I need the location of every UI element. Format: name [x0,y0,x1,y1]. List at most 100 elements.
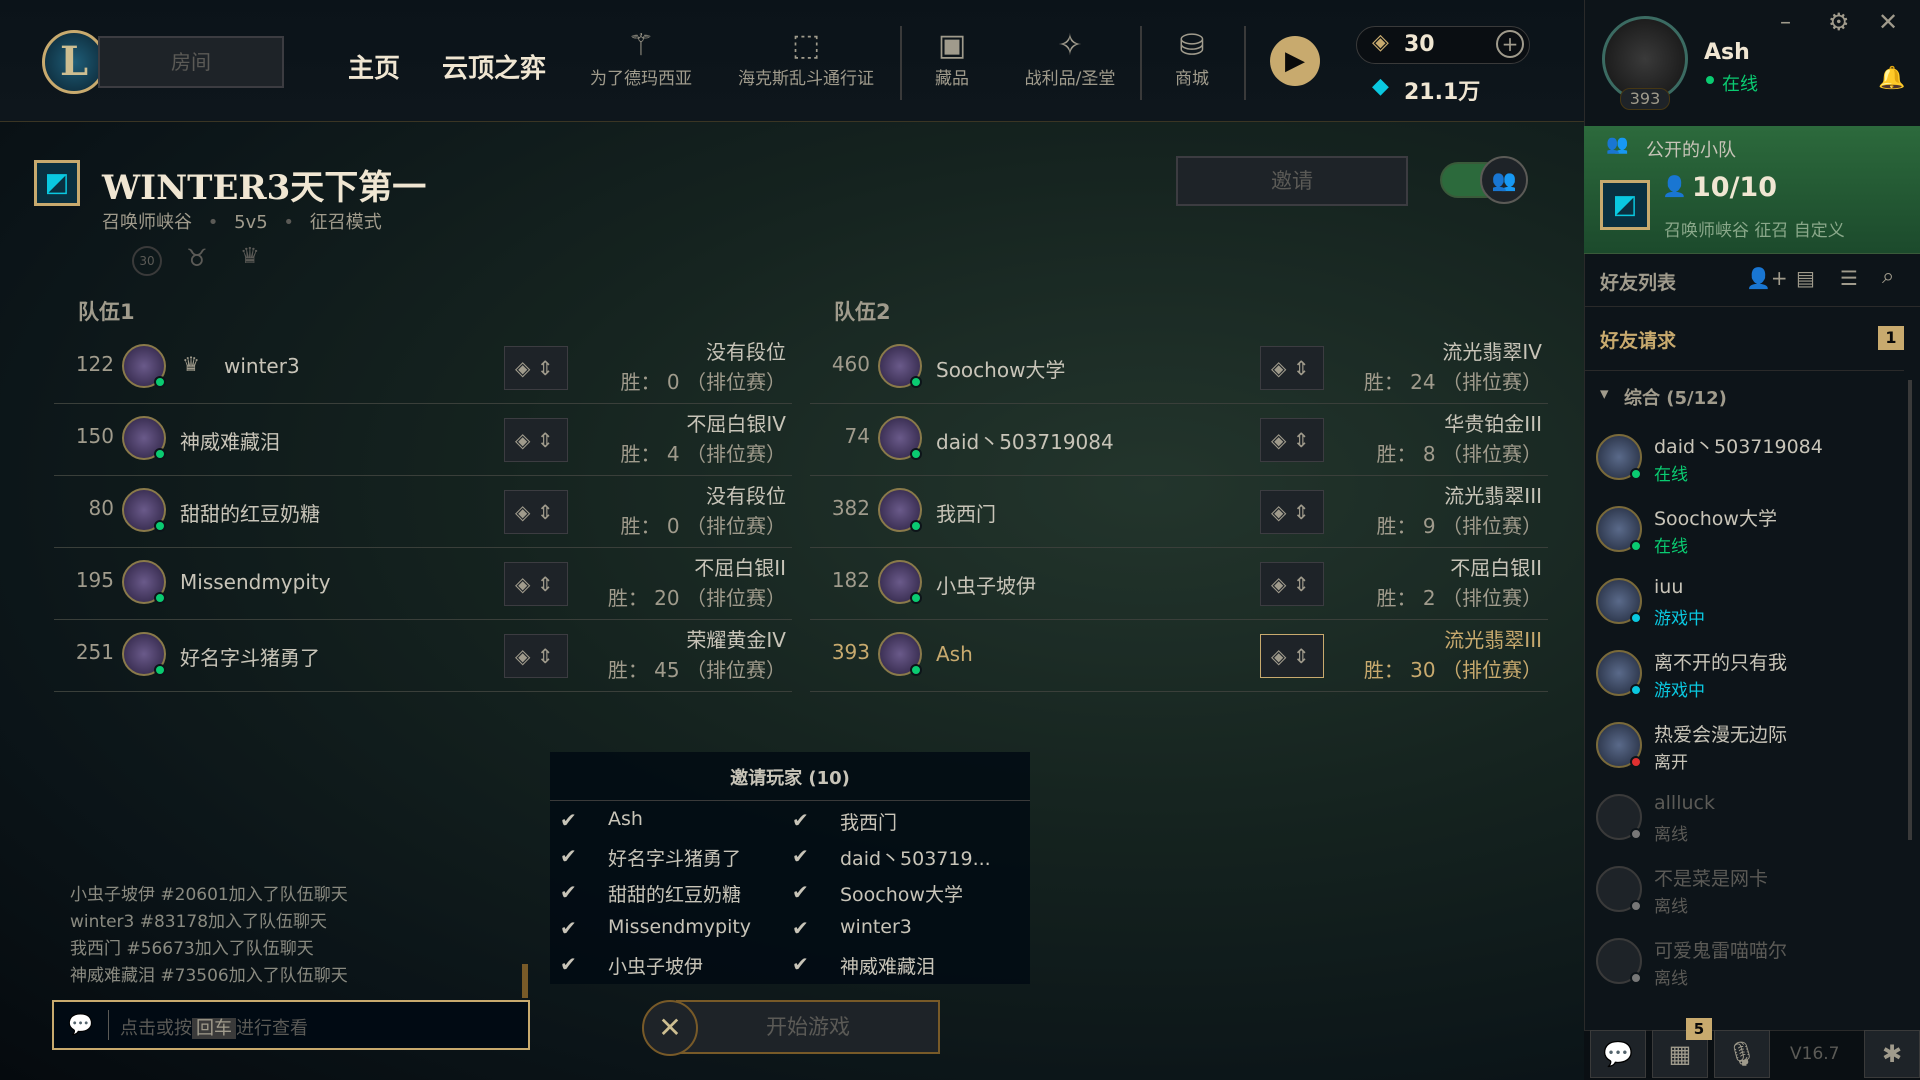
invited-player-name: 好名字斗猪勇了 [608,848,742,870]
party-owner-crown-icon: ♛ [182,352,200,376]
add-folder-icon[interactable]: ▤ [1796,266,1815,290]
pass-icon: ⬚ [791,28,821,63]
divider [550,800,1030,801]
invited-player-name: Ash [608,808,643,830]
friend-status-icon [1630,972,1642,984]
chat-scrollbar[interactable] [522,964,528,998]
microphone-icon[interactable]: 🎙 [1714,1030,1770,1078]
nav-demacia[interactable]: ⚚ 为了德玛西亚 [584,28,698,89]
list-view-icon[interactable]: ☰ [1840,266,1858,290]
player-ranked-wins: 胜： 24 （排位赛） [1363,370,1542,394]
nav-home[interactable]: 主页 [348,48,400,85]
bug-report-icon[interactable]: ✱ [1864,1030,1920,1078]
friend-status-icon [1630,756,1642,768]
divider [1584,370,1904,371]
nav-store[interactable]: ⛁ 商城 [1162,28,1222,89]
nav-divider [900,26,902,100]
friend-status-icon [1630,612,1642,624]
check-icon: ✔ [560,808,577,832]
invited-player-name: 我西门 [840,812,898,834]
search-icon[interactable]: ⌕ [1882,264,1894,289]
blue-essence-amount: 21.1万 [1404,80,1481,105]
friend-name: iuu [1654,576,1684,598]
notification-bell-icon[interactable]: 🔔 [1878,66,1905,91]
divider [108,1010,109,1040]
friend-status: 离线 [1654,969,1688,989]
nav-arena-pass[interactable]: ⬚ 海克斯乱斗通行证 [728,28,884,89]
client-version: V16.7 [1790,1044,1840,1064]
player-level: 382 [831,496,870,520]
player-ranked-wins: 胜： 0 （排位赛） [620,514,786,538]
play-button[interactable]: 房间 [98,36,284,88]
chat-bubble-icon[interactable]: 💬 [1590,1030,1646,1078]
nav-tft[interactable]: 云顶之弈 [442,48,546,85]
player-rank: 不屈白银IV [686,412,786,436]
nav-loot[interactable]: ✧ 战利品/圣堂 [1016,28,1124,89]
party-mode-icon: ◩ [1600,180,1650,230]
invited-players-title: 邀请玩家 (10) [730,768,850,789]
profile-name: Ash [1704,40,1750,65]
online-status-icon [910,664,922,676]
player-level: 195 [75,568,114,592]
party-privacy-icon[interactable]: 👥 [1480,156,1528,204]
player-rank: 华贵铂金III [1444,412,1542,436]
nav-collection[interactable]: ▣ 藏品 [922,28,982,89]
settings-gear-icon[interactable]: ⚙ [1828,8,1850,36]
player-ranked-wins: 胜： 8 （排位赛） [1376,442,1542,466]
nav-divider [1140,26,1142,100]
friend-requests-label[interactable]: 好友请求 [1600,326,1676,353]
friend-name: daid丶503719084 [1654,436,1823,458]
online-status-icon [910,592,922,604]
lobby-size: 5v5 [234,212,268,233]
player-ranked-wins: 胜： 30 （排位赛） [1363,658,1542,682]
loot-icon: ✧ [1057,28,1083,63]
game-mode-icon: ◩ [34,160,80,206]
online-status-icon [154,520,166,532]
pass-progress-icon[interactable]: ▶ [1270,36,1320,86]
invite-button[interactable]: 邀请 [1176,156,1408,206]
chevron-down-icon[interactable]: ▾ [1600,384,1609,404]
friends-scrollbar[interactable] [1908,380,1912,840]
friend-name: 不是菜是网卡 [1654,868,1769,890]
player-rank: 没有段位 [706,340,786,364]
player-rank: 流光翡翠III [1444,628,1542,652]
player-ranked-wins: 胜： 2 （排位赛） [1376,586,1542,610]
row-divider [810,691,1548,692]
friend-name: allluck [1654,792,1715,814]
friend-status: 在线 [1654,537,1688,557]
cancel-lobby-icon[interactable]: ✕ [642,1000,698,1056]
close-icon[interactable]: ✕ [1878,8,1898,36]
team2-label: 队伍2 [834,300,891,324]
player-rank: 流光翡翠IV [1442,340,1542,364]
check-icon: ✔ [792,880,809,904]
player-name: daid丶503719084 [936,430,1114,454]
add-rp-icon[interactable]: + [1496,30,1524,58]
friend-status-icon [1630,900,1642,912]
profile-status[interactable]: 在线 [1722,70,1758,96]
player-name: 好名字斗猪勇了 [180,646,320,670]
player-level: 182 [831,568,870,592]
player-rank: 荣耀黄金IV [686,628,786,652]
friend-status: 离线 [1654,825,1688,845]
nav-loot-label: 战利品/圣堂 [1024,69,1116,89]
friend-status: 离开 [1654,753,1688,773]
add-friend-icon[interactable]: 👤+ [1746,266,1788,290]
online-status-icon [910,376,922,388]
friend-group-label[interactable]: 综合 (5/12) [1624,384,1727,410]
online-status-icon [154,376,166,388]
online-status-icon [154,592,166,604]
start-game-button[interactable]: 开始游戏 [676,1000,940,1054]
invited-player-name: 甜甜的红豆奶糖 [608,884,742,906]
invited-player-name: Soochow大学 [840,884,963,906]
player-name: 神威难藏泪 [180,430,280,454]
blue-essence-icon: ◆ [1372,74,1389,99]
player-level: 460 [831,352,870,376]
nav-store-label: 商城 [1175,69,1209,89]
minimize-icon[interactable]: – [1780,10,1791,35]
invited-player-name: Missendmypity [608,916,752,938]
player-name: 小虫子坡伊 [936,574,1036,598]
check-icon: ✔ [560,916,577,940]
check-icon: ✔ [792,808,809,832]
missions-badge: 5 [1686,1018,1712,1040]
league-logo-icon[interactable]: L [42,30,106,94]
